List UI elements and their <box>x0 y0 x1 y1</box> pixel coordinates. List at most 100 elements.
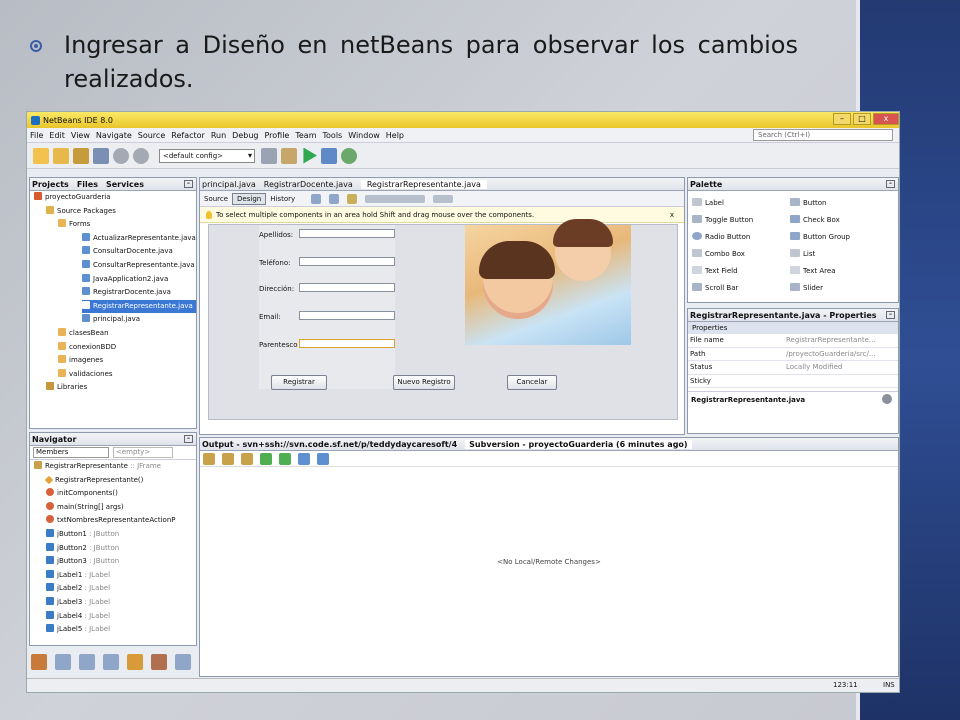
list-item[interactable]: jLabel1 : JLabel <box>30 569 196 583</box>
email-field[interactable] <box>299 311 395 320</box>
tree-item[interactable]: RegistrarDocente.java <box>30 286 196 300</box>
menu-edit[interactable]: Edit <box>49 131 65 140</box>
menu-tools[interactable]: Tools <box>323 131 343 140</box>
save-all-icon[interactable] <box>93 147 109 164</box>
minimize-button[interactable]: – <box>833 113 851 125</box>
cancelar-button[interactable]: Cancelar <box>507 375 557 390</box>
update-icon[interactable] <box>260 452 272 465</box>
list-item[interactable]: jLabel5 : JLabel <box>30 623 196 637</box>
resize-tools-icon[interactable] <box>433 194 454 203</box>
refresh-remote-icon[interactable] <box>241 452 253 465</box>
menu-navigate[interactable]: Navigate <box>96 131 132 140</box>
tree-item[interactable]: Source Packages <box>30 205 196 219</box>
table-row[interactable]: Status Locally Modified <box>688 361 898 375</box>
minimize-panel-button[interactable]: – <box>184 180 193 188</box>
menu-help[interactable]: Help <box>386 131 404 140</box>
menu-profile[interactable]: Profile <box>264 131 289 140</box>
undo-icon[interactable] <box>113 147 129 164</box>
selection-mode-icon[interactable] <box>311 193 322 204</box>
menu-source[interactable]: Source <box>138 131 165 140</box>
list-item[interactable]: main(String[] args) <box>30 501 196 515</box>
tab-services[interactable]: Services <box>106 180 144 189</box>
registrar-button[interactable]: Registrar <box>271 375 327 390</box>
list-item[interactable]: RegistrarRepresentante :: JFrame <box>30 460 196 474</box>
direccion-field[interactable] <box>299 283 395 292</box>
palette-item[interactable]: Text Area <box>790 266 836 276</box>
build-icon[interactable] <box>261 147 277 164</box>
menu-team[interactable]: Team <box>295 131 316 140</box>
telefono-field[interactable] <box>299 257 395 266</box>
parentesco-field[interactable] <box>299 339 395 348</box>
tab-output[interactable]: Output - svn+ssh://svn.code.sf.net/p/ted… <box>202 440 457 449</box>
tree-item[interactable]: conexionBDD <box>30 341 196 355</box>
list-item[interactable]: jButton2 : JButton <box>30 542 196 556</box>
tool-icon[interactable] <box>79 654 95 670</box>
palette-item[interactable]: Combo Box <box>692 249 745 259</box>
search-input[interactable]: Search (Ctrl+I) <box>753 129 893 141</box>
list-item[interactable]: txtNombresRepresentanteActionP <box>30 514 196 528</box>
palette-item[interactable]: Slider <box>790 283 823 293</box>
menu-window[interactable]: Window <box>348 131 380 140</box>
tool-icon[interactable] <box>127 654 143 670</box>
tree-item[interactable]: ConsultarRepresentante.java <box>30 259 196 273</box>
tree-item[interactable]: validaciones <box>30 368 196 382</box>
list-item[interactable]: jButton1 : JButton <box>30 528 196 542</box>
tab-registrar-docente[interactable]: RegistrarDocente.java <box>264 180 353 189</box>
open-project-icon[interactable] <box>73 147 89 164</box>
tree-item[interactable]: Libraries <box>30 381 196 395</box>
palette-item[interactable]: Radio Button <box>692 232 750 242</box>
minimize-panel-button[interactable]: – <box>886 311 895 319</box>
tree-item[interactable]: ConsultarDocente.java <box>30 245 196 259</box>
diff-icon[interactable] <box>298 452 310 465</box>
tree-item[interactable]: principal.java <box>30 313 196 327</box>
profile-icon[interactable] <box>341 147 357 164</box>
design-mode-button[interactable]: Design <box>232 192 267 205</box>
tab-navigator[interactable]: Navigator <box>32 435 76 444</box>
apellidos-field[interactable] <box>299 229 395 238</box>
help-icon[interactable] <box>882 394 892 404</box>
palette-item[interactable]: Button <box>790 198 826 208</box>
tree-item[interactable]: ActualizarRepresentante.java <box>30 232 196 246</box>
close-button[interactable]: x <box>873 113 899 125</box>
diff-all-icon[interactable] <box>317 452 329 465</box>
preview-design-icon[interactable] <box>347 193 358 204</box>
palette-item[interactable]: Check Box <box>790 215 840 225</box>
tree-item[interactable]: RegistrarRepresentante.java <box>30 299 196 314</box>
list-item[interactable]: jButton3 : JButton <box>30 555 196 569</box>
members-select[interactable]: Members <box>33 447 109 458</box>
tab-principal[interactable]: principal.java <box>202 180 256 189</box>
tab-files[interactable]: Files <box>77 180 98 189</box>
maximize-button[interactable]: □ <box>853 113 871 125</box>
palette-item[interactable]: Text Field <box>692 266 738 276</box>
palette-item[interactable]: Button Group <box>790 232 850 242</box>
palette-item[interactable]: Scroll Bar <box>692 283 738 293</box>
history-mode-button[interactable]: History <box>270 195 295 203</box>
menu-file[interactable]: File <box>30 131 43 140</box>
refresh-local-icon[interactable] <box>222 452 234 465</box>
tree-item[interactable]: proyectoGuarderia <box>30 191 196 205</box>
refresh-status-icon[interactable] <box>203 452 215 465</box>
nuevo-registro-button[interactable]: Nuevo Registro <box>393 375 455 390</box>
tree-item[interactable]: Forms <box>30 218 196 232</box>
new-project-icon[interactable] <box>53 147 69 164</box>
tool-icon[interactable] <box>103 654 119 670</box>
palette-item[interactable]: List <box>790 249 815 259</box>
tool-icon[interactable] <box>31 654 47 670</box>
tab-palette[interactable]: Palette <box>690 180 722 189</box>
menu-refactor[interactable]: Refactor <box>171 131 205 140</box>
connection-mode-icon[interactable] <box>329 193 340 204</box>
tool-icon[interactable] <box>55 654 71 670</box>
source-mode-button[interactable]: Source <box>204 195 228 203</box>
list-item[interactable]: jLabel2 : JLabel <box>30 582 196 596</box>
redo-icon[interactable] <box>133 147 149 164</box>
minimize-panel-button[interactable]: – <box>184 435 193 443</box>
minimize-panel-button[interactable]: – <box>886 180 895 188</box>
table-row[interactable]: File name RegistrarRepresentante... <box>688 334 898 348</box>
align-tools-icon[interactable] <box>365 194 426 203</box>
list-item[interactable]: RegistrarRepresentante() <box>30 474 196 488</box>
menu-debug[interactable]: Debug <box>232 131 258 140</box>
palette-item[interactable]: Toggle Button <box>692 215 753 225</box>
list-item[interactable]: jLabel4 : JLabel <box>30 610 196 624</box>
tab-projects[interactable]: Projects <box>32 180 69 189</box>
menu-run[interactable]: Run <box>211 131 226 140</box>
